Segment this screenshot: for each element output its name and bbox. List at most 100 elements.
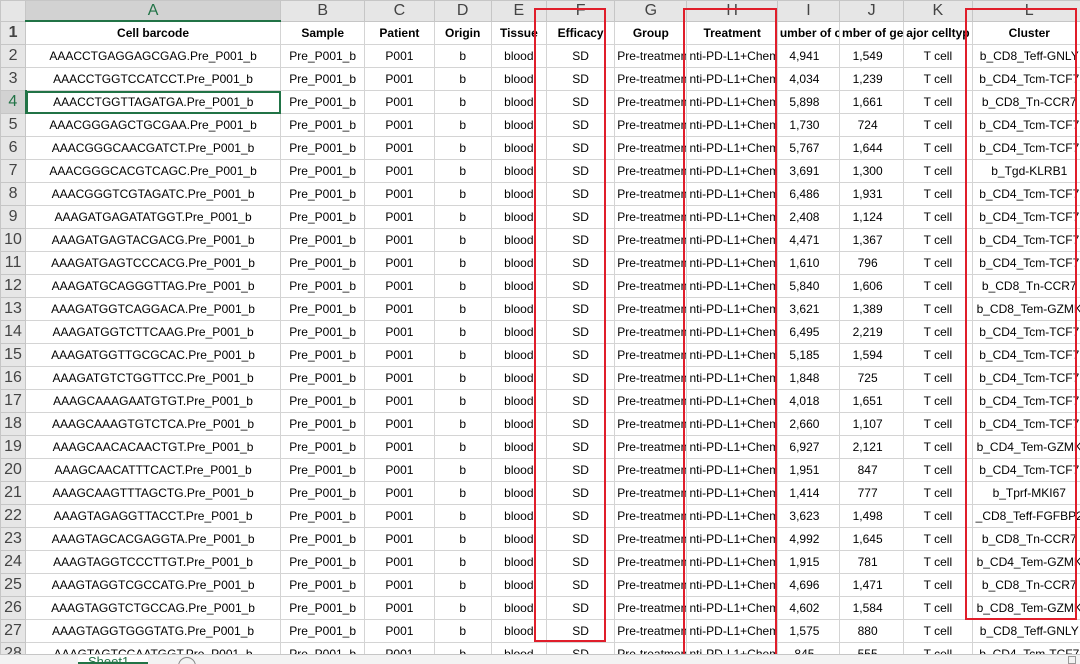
table-cell[interactable]: Pre_P001_b (281, 275, 365, 298)
table-cell[interactable]: 6,927 (777, 436, 839, 459)
table-cell[interactable]: SD (546, 206, 614, 229)
table-cell[interactable]: b_CD8_Tem-GZMK (972, 298, 1080, 321)
table-cell[interactable]: 1,389 (840, 298, 904, 321)
table-cell[interactable]: P001 (365, 45, 434, 68)
table-cell[interactable]: AAAGATGAGTCCCACG.Pre_P001_b (26, 252, 281, 275)
table-cell[interactable]: 847 (840, 459, 904, 482)
table-cell[interactable]: 1,645 (840, 528, 904, 551)
table-cell[interactable]: 1,367 (840, 229, 904, 252)
column-title[interactable]: Cell barcode (26, 21, 281, 45)
table-cell[interactable]: SD (546, 252, 614, 275)
table-cell[interactable]: nti-PD-L1+Chem (687, 574, 777, 597)
table-cell[interactable]: blood (491, 114, 546, 137)
table-cell[interactable]: Pre-treatment (615, 114, 687, 137)
column-header-a[interactable]: A (26, 1, 281, 22)
table-cell[interactable]: Pre-treatment (615, 160, 687, 183)
row-number[interactable]: 26 (1, 597, 26, 620)
table-cell[interactable]: P001 (365, 574, 434, 597)
table-cell[interactable]: Pre-treatment (615, 344, 687, 367)
column-title[interactable]: Treatment (687, 21, 777, 45)
table-cell[interactable]: 1,584 (840, 597, 904, 620)
table-cell[interactable]: nti-PD-L1+Chem (687, 528, 777, 551)
table-cell[interactable]: b (434, 114, 491, 137)
table-cell[interactable]: SD (546, 574, 614, 597)
table-cell[interactable]: b (434, 183, 491, 206)
table-cell[interactable]: b_CD8_Teff-GNLY (972, 620, 1080, 643)
table-cell[interactable]: blood (491, 367, 546, 390)
table-cell[interactable]: P001 (365, 482, 434, 505)
table-cell[interactable]: SD (546, 91, 614, 114)
table-cell[interactable]: SD (546, 275, 614, 298)
table-cell[interactable]: AAAGATGTCTGGTTCC.Pre_P001_b (26, 367, 281, 390)
table-cell[interactable]: b (434, 229, 491, 252)
table-cell[interactable]: b_CD4_Tcm-TCF7 (972, 137, 1080, 160)
table-cell[interactable]: T cell (904, 298, 972, 321)
table-cell[interactable]: T cell (904, 252, 972, 275)
table-cell[interactable]: T cell (904, 459, 972, 482)
table-cell[interactable]: Pre_P001_b (281, 160, 365, 183)
row-number[interactable]: 19 (1, 436, 26, 459)
table-cell[interactable]: AAAGCAACACAACTGT.Pre_P001_b (26, 436, 281, 459)
table-cell[interactable]: b_Tgd-KLRB1 (972, 160, 1080, 183)
table-cell[interactable]: Pre-treatment (615, 68, 687, 91)
column-header-b[interactable]: B (281, 1, 365, 22)
table-cell[interactable]: Pre_P001_b (281, 206, 365, 229)
row-number[interactable]: 5 (1, 114, 26, 137)
table-cell[interactable]: P001 (365, 206, 434, 229)
table-cell[interactable]: nti-PD-L1+Chem (687, 597, 777, 620)
table-cell[interactable]: AAACCTGGTTAGATGA.Pre_P001_b (26, 91, 281, 114)
table-cell[interactable]: nti-PD-L1+Chem (687, 160, 777, 183)
table-cell[interactable]: blood (491, 620, 546, 643)
table-cell[interactable]: SD (546, 45, 614, 68)
table-cell[interactable]: b (434, 551, 491, 574)
table-cell[interactable]: AAAGTAGAGGTTACCT.Pre_P001_b (26, 505, 281, 528)
table-cell[interactable]: b (434, 252, 491, 275)
table-cell[interactable]: nti-PD-L1+Chem (687, 390, 777, 413)
table-cell[interactable]: b (434, 413, 491, 436)
table-cell[interactable]: T cell (904, 597, 972, 620)
table-cell[interactable]: SD (546, 229, 614, 252)
table-cell[interactable]: SD (546, 390, 614, 413)
table-cell[interactable]: 4,018 (777, 390, 839, 413)
table-cell[interactable]: blood (491, 482, 546, 505)
table-cell[interactable]: 2,219 (840, 321, 904, 344)
table-cell[interactable]: b_Tprf-MKI67 (972, 482, 1080, 505)
table-cell[interactable]: blood (491, 551, 546, 574)
table-cell[interactable]: T cell (904, 505, 972, 528)
table-cell[interactable]: P001 (365, 68, 434, 91)
table-cell[interactable]: Pre-treatment (615, 413, 687, 436)
table-cell[interactable]: nti-PD-L1+Chem (687, 183, 777, 206)
table-cell[interactable]: Pre-treatment (615, 597, 687, 620)
select-all-corner[interactable] (1, 1, 26, 22)
table-cell[interactable]: Pre_P001_b (281, 390, 365, 413)
table-cell[interactable]: Pre-treatment (615, 206, 687, 229)
table-cell[interactable]: SD (546, 321, 614, 344)
table-cell[interactable]: P001 (365, 367, 434, 390)
table-cell[interactable]: 4,696 (777, 574, 839, 597)
table-cell[interactable]: T cell (904, 206, 972, 229)
table-cell[interactable]: Pre-treatment (615, 390, 687, 413)
table-cell[interactable]: 1,730 (777, 114, 839, 137)
table-cell[interactable]: blood (491, 459, 546, 482)
table-cell[interactable]: 1,471 (840, 574, 904, 597)
table-cell[interactable]: nti-PD-L1+Chem (687, 114, 777, 137)
table-cell[interactable]: nti-PD-L1+Chem (687, 252, 777, 275)
table-cell[interactable]: 1,931 (840, 183, 904, 206)
table-cell[interactable]: 4,941 (777, 45, 839, 68)
table-cell[interactable]: Pre-treatment (615, 574, 687, 597)
table-cell[interactable]: nti-PD-L1+Chem (687, 206, 777, 229)
table-cell[interactable]: blood (491, 183, 546, 206)
table-cell[interactable]: SD (546, 459, 614, 482)
table-cell[interactable]: blood (491, 344, 546, 367)
table-cell[interactable]: AAAGATGCAGGGTTAG.Pre_P001_b (26, 275, 281, 298)
table-cell[interactable]: T cell (904, 183, 972, 206)
table-cell[interactable]: b (434, 367, 491, 390)
table-cell[interactable]: nti-PD-L1+Chem (687, 436, 777, 459)
table-cell[interactable]: 1,594 (840, 344, 904, 367)
column-title[interactable]: Group (615, 21, 687, 45)
table-cell[interactable]: Pre_P001_b (281, 344, 365, 367)
data-table[interactable]: ABCDEFGHIJKL 1Cell barcodeSamplePatientO… (0, 0, 1080, 663)
table-cell[interactable]: P001 (365, 528, 434, 551)
table-cell[interactable]: Pre_P001_b (281, 45, 365, 68)
table-cell[interactable]: nti-PD-L1+Chem (687, 275, 777, 298)
